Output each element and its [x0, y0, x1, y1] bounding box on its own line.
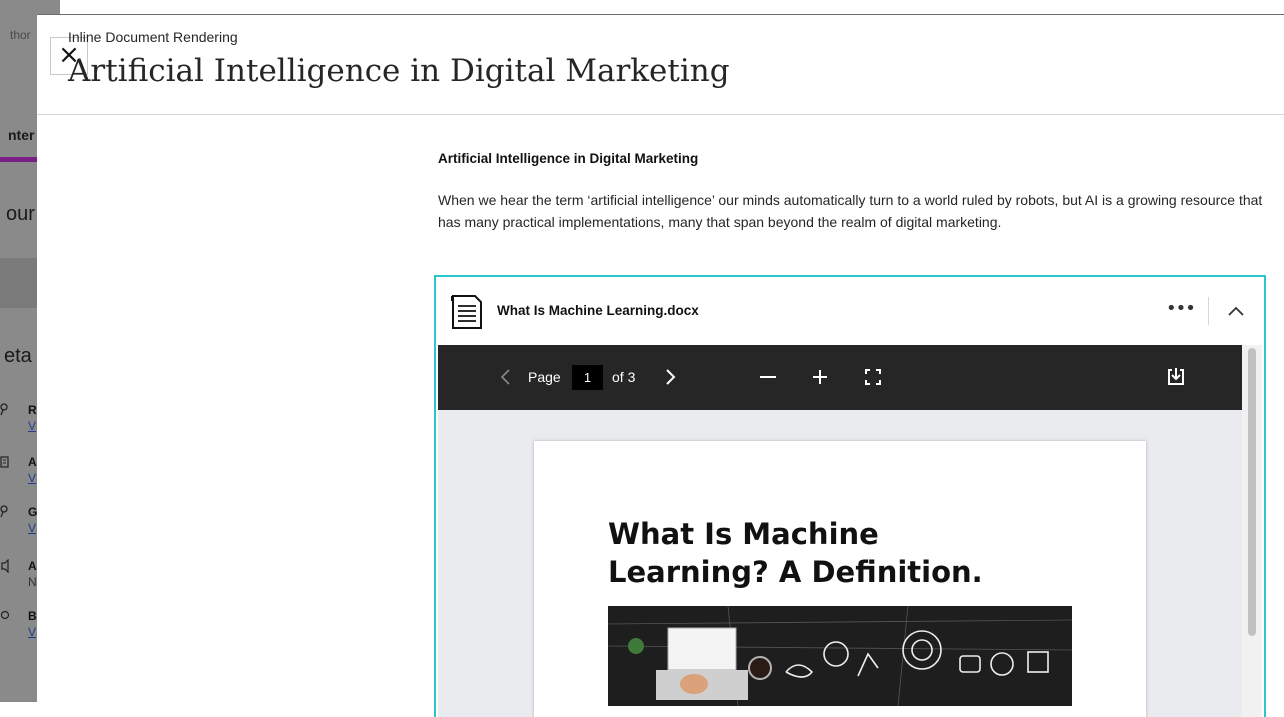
- document-panel: × Inline Document Rendering Artificial I…: [37, 14, 1284, 717]
- content-heading: Artificial Intelligence in Digital Marke…: [438, 151, 699, 166]
- download-button[interactable]: [1164, 365, 1188, 389]
- speaker-icon: [0, 558, 10, 576]
- badge-icon: [0, 609, 10, 626]
- document-title: What Is Machine Learning? A Definition.: [608, 515, 1068, 591]
- document-icon: [449, 293, 485, 331]
- more-options-button[interactable]: •••: [1166, 297, 1196, 325]
- viewer-toolbar: Page 1 of 3: [438, 345, 1242, 410]
- download-icon: [1168, 368, 1184, 385]
- more-icon: •••: [1166, 298, 1196, 319]
- next-page-button[interactable]: [660, 365, 680, 389]
- bg-active-tab-indicator: [0, 157, 40, 162]
- page-number-input[interactable]: 1: [572, 365, 603, 390]
- search-icon: [0, 505, 10, 522]
- document-title-line: What Is Machine: [608, 517, 879, 551]
- document-title-line: Learning? A Definition.: [608, 555, 983, 589]
- plus-icon: [813, 370, 827, 384]
- previous-page-button[interactable]: [496, 365, 516, 389]
- machine-learning-illustration: [608, 606, 1072, 706]
- page-title: Artificial Intelligence in Digital Marke…: [68, 53, 730, 89]
- header-divider: [37, 114, 1284, 115]
- bg-fragment-heading: our: [6, 203, 35, 225]
- page-label: Page: [528, 369, 561, 385]
- chevron-left-icon: [500, 369, 510, 385]
- file-name: What Is Machine Learning.docx: [497, 303, 699, 318]
- panel-subtitle: Inline Document Rendering: [68, 29, 238, 45]
- bg-fragment-author: thor: [10, 28, 31, 42]
- minus-icon: [760, 376, 776, 378]
- bg-block: [0, 258, 40, 308]
- header-separator: [1208, 297, 1209, 325]
- viewer-scrollbar[interactable]: [1242, 345, 1262, 717]
- collapse-button[interactable]: [1222, 297, 1250, 325]
- search-icon: [0, 403, 10, 420]
- bg-fragment-tab: nter: [8, 127, 35, 143]
- scrollbar-thumb[interactable]: [1248, 348, 1256, 636]
- bg-fragment-details: eta: [4, 345, 32, 367]
- zoom-in-button[interactable]: [808, 365, 832, 389]
- page-count: of 3: [612, 369, 636, 385]
- document-icon: [0, 455, 10, 472]
- document-canvas: What Is Machine Learning? A Definition.: [438, 410, 1242, 717]
- zoom-out-button[interactable]: [756, 365, 780, 389]
- document-page: What Is Machine Learning? A Definition.: [534, 441, 1146, 717]
- content-body: When we hear the term ‘artificial intell…: [438, 192, 1263, 230]
- chevron-right-icon: [666, 369, 676, 385]
- document-viewer: What Is Machine Learning.docx ••• Page 1…: [434, 275, 1266, 717]
- fullscreen-button[interactable]: [861, 365, 885, 389]
- file-header: What Is Machine Learning.docx •••: [436, 277, 1264, 345]
- fullscreen-icon: [865, 369, 881, 385]
- chevron-up-icon: [1228, 306, 1244, 316]
